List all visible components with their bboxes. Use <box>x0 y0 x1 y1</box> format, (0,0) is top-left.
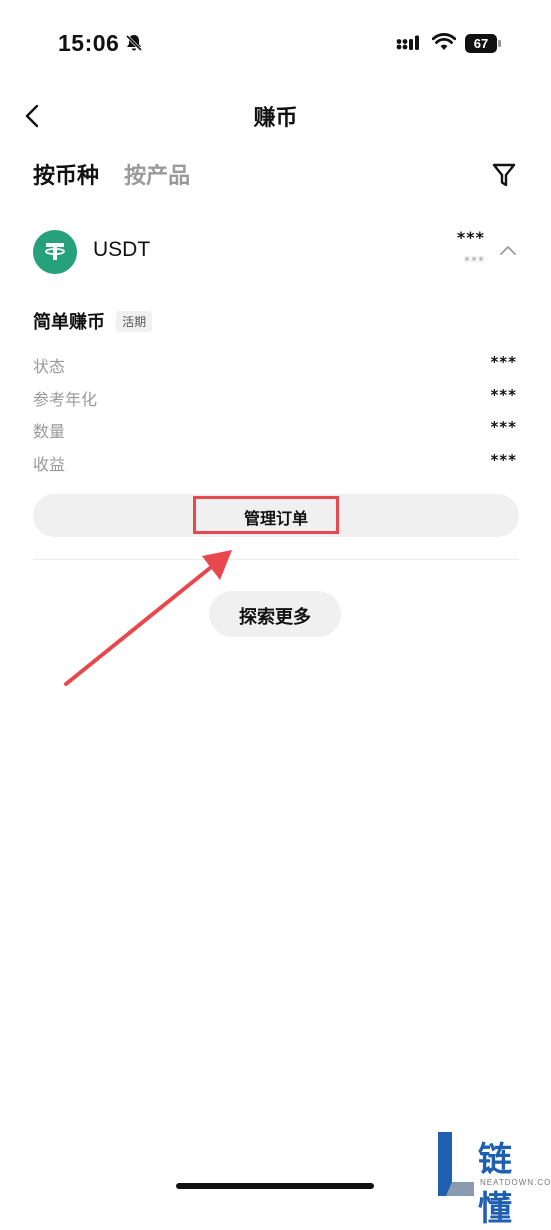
chevron-up-icon[interactable] <box>499 244 517 256</box>
bell-muted-icon <box>125 34 143 52</box>
info-list: 状态 *** 参考年化 *** 数量 *** 收益 *** <box>33 350 519 480</box>
info-row-apr: 参考年化 *** <box>33 383 519 416</box>
info-label: 参考年化 <box>33 389 98 409</box>
battery-tip <box>498 40 501 47</box>
wifi-icon <box>432 33 456 50</box>
info-value: *** <box>490 385 517 404</box>
tab-by-product[interactable]: 按产品 <box>124 158 190 190</box>
cellular-signal-icon <box>396 35 419 50</box>
usdt-logo-icon <box>33 230 77 274</box>
product-title-row: 简单赚币 活期 <box>33 308 153 334</box>
battery-level: 67 <box>465 34 497 53</box>
filter-icon[interactable] <box>491 162 517 188</box>
coin-symbol: USDT <box>93 238 151 261</box>
watermark-subtext: NEATDOWN.COM <box>480 1178 551 1187</box>
info-row-earnings: 收益 *** <box>33 448 519 481</box>
coin-sub-amount: *** <box>464 254 485 268</box>
info-label: 收益 <box>33 454 66 474</box>
watermark-logo: 链懂 NEATDOWN.COM <box>436 1130 551 1229</box>
manage-orders-button[interactable]: 管理订单 <box>33 494 519 537</box>
divider <box>33 559 519 560</box>
tab-by-coin[interactable]: 按币种 <box>33 158 99 190</box>
info-row-status: 状态 *** <box>33 350 519 383</box>
info-label: 数量 <box>33 422 66 441</box>
battery-indicator: 67 <box>465 34 501 53</box>
coin-row-usdt[interactable]: USDT *** *** <box>33 228 519 278</box>
watermark-l-icon <box>438 1132 474 1196</box>
explore-more-label: 探索更多 <box>239 607 311 628</box>
coin-amount: *** <box>456 228 485 247</box>
product-badge: 活期 <box>116 310 153 332</box>
info-label: 状态 <box>33 357 66 376</box>
explore-more-button[interactable]: 探索更多 <box>209 591 341 637</box>
info-row-quantity: 数量 *** <box>33 415 519 448</box>
info-value: *** <box>490 353 517 371</box>
tabs-row: 按币种 按产品 <box>33 158 521 198</box>
product-name: 简单赚币 <box>33 312 105 333</box>
status-bar: 15:06 67 <box>0 0 551 80</box>
info-value: *** <box>490 418 517 436</box>
page-title: 赚币 <box>253 106 298 131</box>
manage-orders-label: 管理订单 <box>243 509 308 528</box>
nav-header: 赚币 <box>0 88 551 144</box>
home-indicator <box>176 1183 374 1189</box>
status-time: 15:06 <box>58 30 120 56</box>
info-value: *** <box>490 450 517 469</box>
